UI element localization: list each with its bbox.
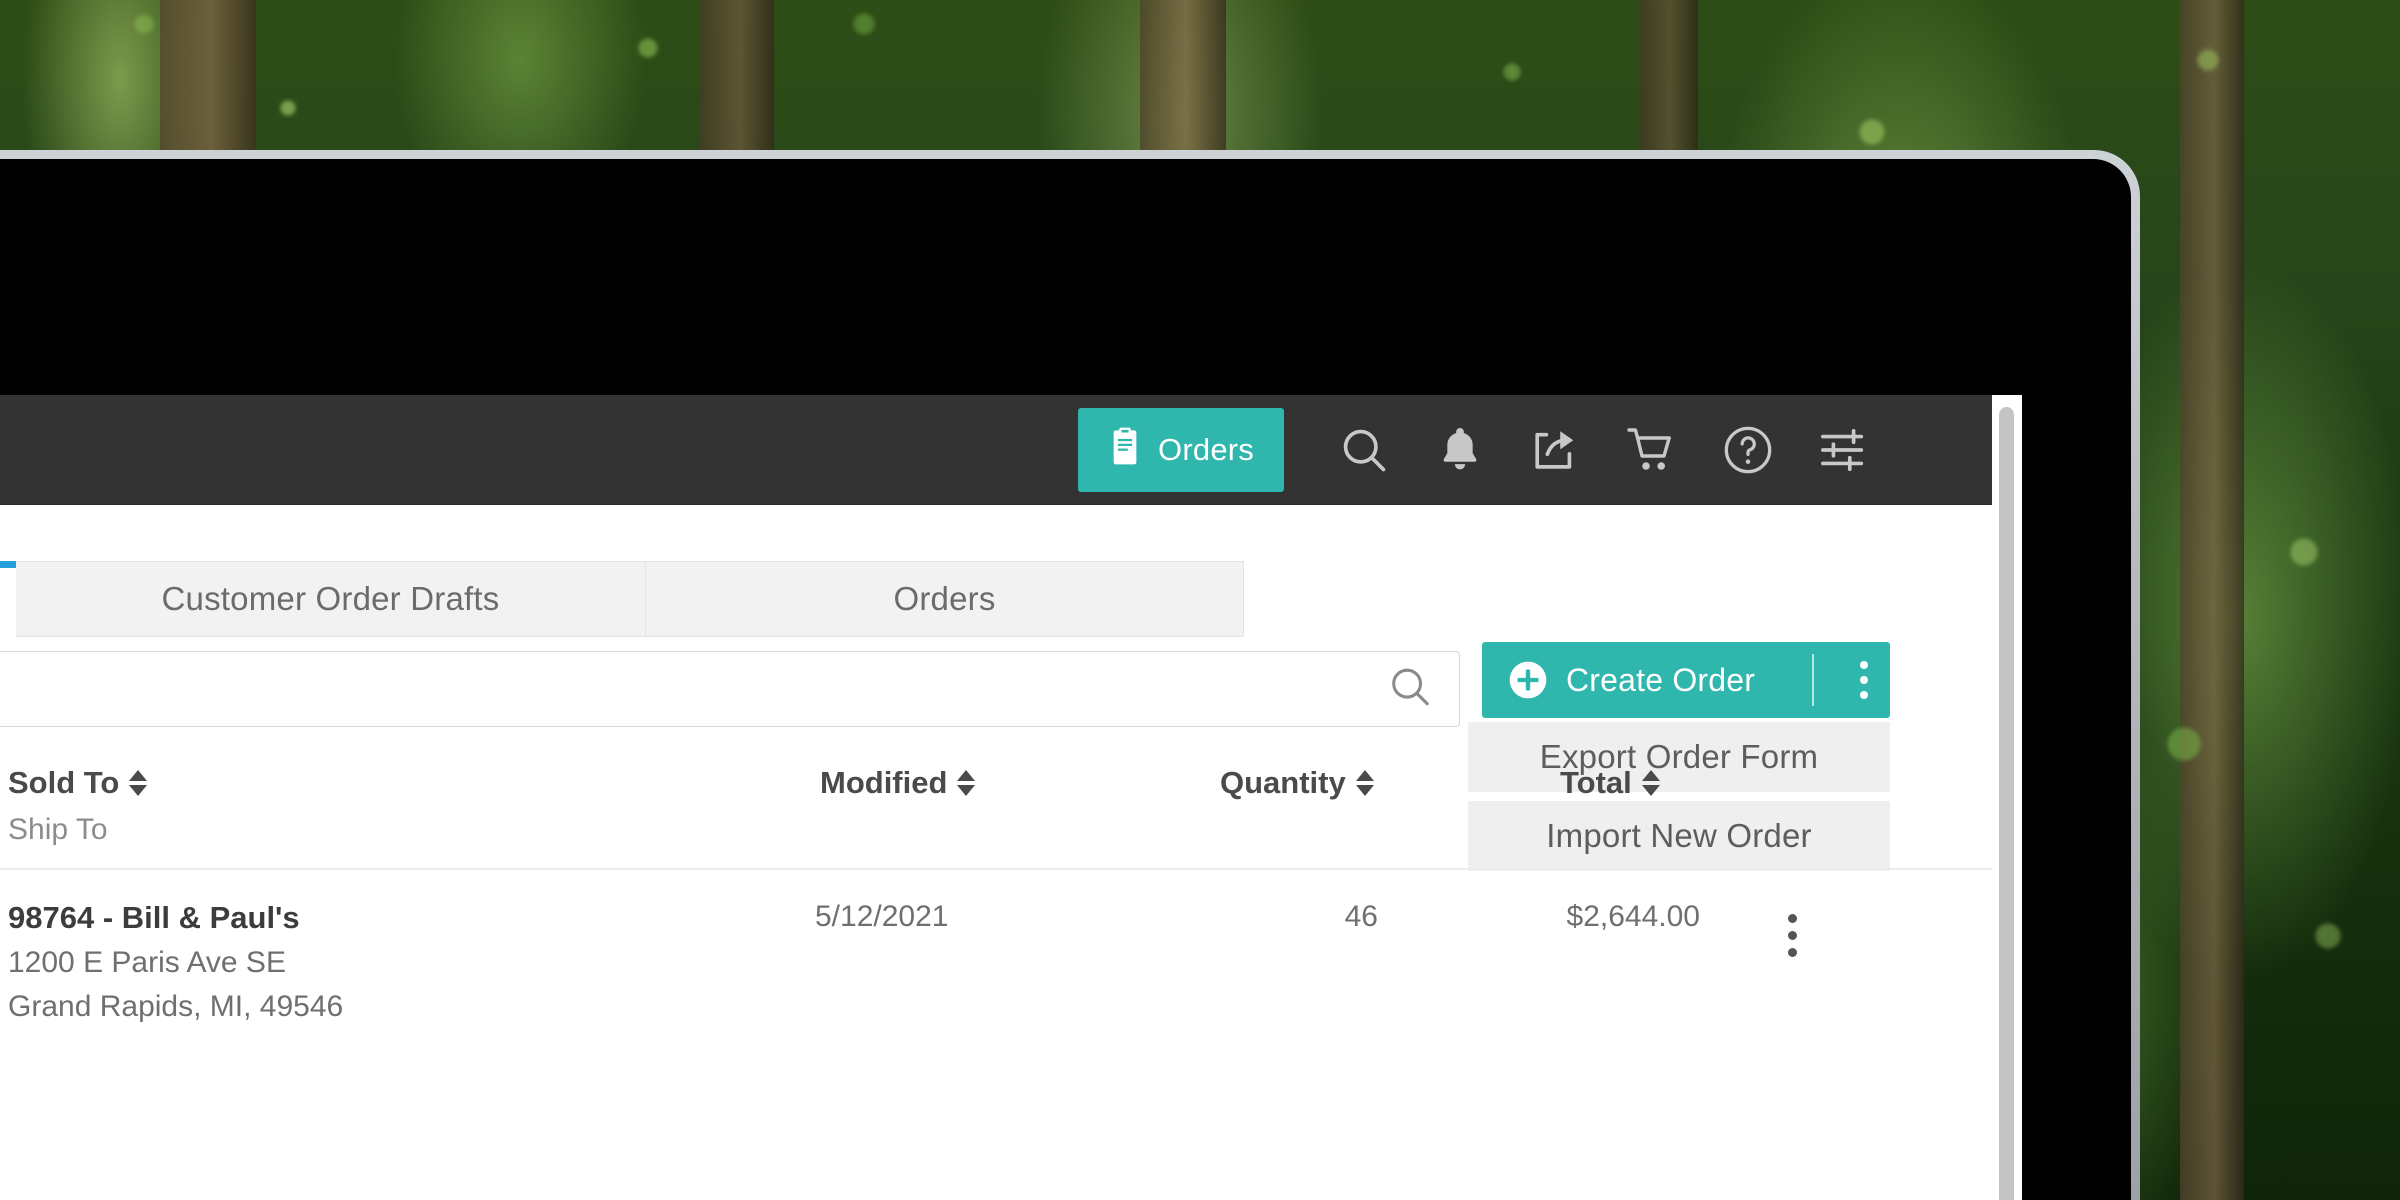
column-header-sold-to[interactable]: Sold To	[8, 765, 148, 801]
cell-total: $2,644.00	[1566, 900, 1700, 933]
orders-table: Sold To Ship To Modified Quantity Total	[0, 745, 2022, 1030]
create-order-label: Create Order	[1566, 661, 1756, 698]
column-header-quantity[interactable]: Quantity	[1220, 765, 1374, 801]
search-icon[interactable]	[1316, 395, 1412, 505]
bell-icon[interactable]	[1412, 395, 1508, 505]
sort-arrows-icon[interactable]	[1641, 770, 1660, 796]
column-header-total[interactable]: Total	[1560, 765, 1660, 801]
column-header-total-label: Total	[1560, 765, 1632, 800]
active-tab-indicator	[0, 561, 16, 568]
create-order-button[interactable]: Create Order	[1482, 642, 1890, 718]
column-header-quantity-label: Quantity	[1220, 765, 1346, 800]
sort-arrows-icon[interactable]	[1355, 770, 1374, 796]
tab-customer-order-drafts-label: Customer Order Drafts	[161, 580, 500, 617]
column-header-modified[interactable]: Modified	[820, 765, 976, 801]
kebab-dot	[1788, 948, 1797, 957]
nav-item-orders-label: Orders	[1158, 431, 1254, 467]
search-input[interactable]	[0, 652, 1325, 726]
laptop-device: Orders Customer Order Drafts Orders Crea…	[0, 150, 2140, 1200]
help-icon[interactable]	[1700, 395, 1796, 505]
cell-address-line2: Grand Rapids, MI, 49546	[8, 990, 344, 1023]
kebab-dot	[1788, 931, 1797, 940]
cart-icon[interactable]	[1604, 395, 1700, 505]
create-order-divider	[1812, 654, 1814, 706]
plus-circle-icon	[1508, 660, 1548, 700]
column-header-sold-to-label: Sold To	[8, 765, 120, 800]
kebab-dot	[1860, 661, 1868, 669]
tab-strip: Customer Order Drafts Orders	[0, 505, 2022, 637]
kebab-dot	[1860, 691, 1868, 699]
kebab-dot	[1788, 914, 1797, 923]
search-box[interactable]	[0, 651, 1460, 727]
search-icon[interactable]	[1387, 664, 1433, 715]
tab-orders-label: Orders	[893, 580, 996, 617]
cell-address-line1: 1200 E Paris Ave SE	[8, 946, 286, 979]
cell-quantity: 46	[1344, 900, 1378, 933]
kebab-menu-icon[interactable]	[1860, 661, 1868, 699]
share-icon[interactable]	[1508, 395, 1604, 505]
nav-item-orders[interactable]: Orders	[1078, 407, 1284, 492]
clipboard-icon	[1108, 426, 1142, 474]
top-navigation-bar: Orders	[0, 395, 2022, 505]
vertical-scrollbar-thumb[interactable]	[1999, 407, 2014, 1200]
cell-sold-to: 98764 - Bill & Paul's	[8, 900, 300, 935]
vertical-scrollbar-track[interactable]	[1992, 395, 2022, 1200]
row-kebab-menu-icon[interactable]	[1788, 914, 1797, 957]
screen-content: Orders Customer Order Drafts Orders Crea…	[0, 395, 2022, 1200]
sort-arrows-icon[interactable]	[129, 770, 148, 796]
sort-arrows-icon[interactable]	[957, 770, 976, 796]
toolbar: Create Order Export Order Form Import Ne…	[0, 642, 2022, 871]
column-header-modified-label: Modified	[820, 765, 948, 800]
tab-orders[interactable]: Orders	[646, 561, 1244, 637]
table-header-row: Sold To Ship To Modified Quantity Total	[0, 745, 2022, 870]
column-subheader-ship-to-label: Ship To	[8, 813, 108, 846]
create-order-group: Create Order Export Order Form Import Ne…	[1468, 642, 1890, 871]
column-subheader-ship-to: Ship To	[8, 813, 108, 847]
settings-sliders-icon[interactable]	[1796, 395, 1892, 505]
top-nav-items: Orders	[1078, 395, 1892, 505]
table-row[interactable]: 98764 - Bill & Paul's 1200 E Paris Ave S…	[0, 870, 2022, 1030]
kebab-dot	[1860, 676, 1868, 684]
cell-modified: 5/12/2021	[815, 900, 949, 933]
tab-customer-order-drafts[interactable]: Customer Order Drafts	[16, 561, 646, 637]
tabs-container: Customer Order Drafts Orders	[16, 561, 1244, 637]
